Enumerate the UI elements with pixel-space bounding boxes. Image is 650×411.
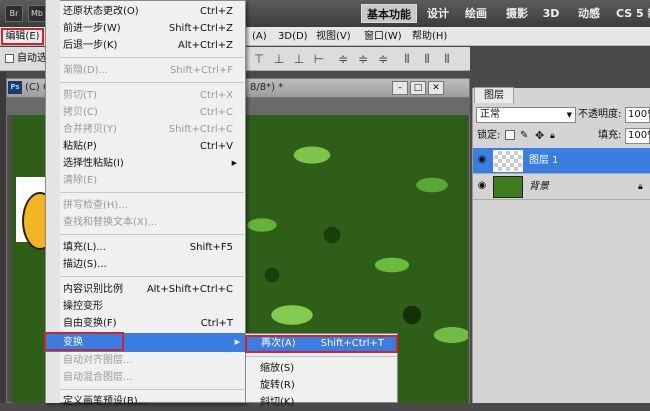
menu-item-paste-special[interactable]: 选择性粘贴(I) ▶ — [63, 155, 239, 172]
layer-name: 图层 1 — [529, 155, 559, 166]
menu-item-clear[interactable]: 清除(E) — [63, 172, 239, 189]
menu-separator — [246, 356, 397, 357]
again-label: 再次(A) — [261, 338, 296, 349]
menu-item-undo[interactable]: 还原状态更改(O) Ctrl+Z — [63, 3, 239, 20]
menu-item-cut[interactable]: 剪切(T) Ctrl+X — [63, 87, 239, 104]
align-vcenter-icon[interactable]: ⊥ — [272, 52, 286, 66]
eye-icon[interactable]: ◉ — [476, 180, 488, 192]
menu-item-fade[interactable]: 渐隐(D)... Shift+Ctrl+F — [63, 62, 239, 79]
menu-item-step-forward[interactable]: 前进一步(W) Shift+Ctrl+Z — [63, 20, 239, 37]
menu-separator — [60, 234, 244, 235]
lock-label: 锁定: — [477, 130, 501, 141]
opacity-input[interactable]: 100% — [625, 107, 650, 123]
menu-item-define-brush[interactable]: 定义画笔预设(B)... — [63, 393, 239, 410]
menu-item-copy[interactable]: 拷贝(C) Ctrl+C — [63, 104, 239, 121]
workspace-motion[interactable]: 动感 — [575, 4, 603, 23]
workspace-photography[interactable]: 摄影 — [503, 4, 531, 23]
menu-item-copy-merged[interactable]: 合并拷贝(Y) Shift+Ctrl+C — [63, 121, 239, 138]
menu-item-free-transform[interactable]: 自由变换(F) Ctrl+T — [63, 315, 239, 332]
submenu-arrow-icon: ▶ — [231, 159, 237, 167]
lock-pixels-icon[interactable]: ✎ — [520, 128, 528, 144]
fill-label: 填充: — [598, 130, 622, 141]
close-icon[interactable]: ✕ — [428, 81, 444, 95]
submenu-arrow-icon: ▶ — [234, 338, 240, 346]
menu-3d[interactable]: 3D(D) — [278, 28, 308, 45]
distribute-vcenter-icon[interactable]: ≑ — [356, 52, 370, 66]
minimize-icon[interactable]: – — [392, 81, 408, 95]
background-thumbnail — [493, 176, 523, 198]
layer-name: 背景 — [529, 181, 549, 192]
eye-icon[interactable]: ◉ — [476, 154, 488, 166]
auto-select-checkbox[interactable] — [5, 54, 14, 63]
layer1-thumbnail — [493, 150, 523, 172]
align-bottom-icon[interactable]: ⊥ — [292, 52, 306, 66]
document-title-right: 8/8*) * — [250, 82, 284, 93]
workspace-essentials[interactable]: 基本功能 — [361, 4, 417, 23]
workspace-cs5-new[interactable]: CS 5 新 — [616, 4, 650, 23]
menu-item-fill[interactable]: 填充(L)... Shift+F5 — [63, 239, 239, 256]
auto-select-label: 自动选 — [17, 53, 47, 64]
menu-item-paste[interactable]: 粘贴(P) Ctrl+V — [63, 138, 239, 155]
menu-separator — [60, 82, 244, 83]
align-top-icon[interactable]: ⊤ — [252, 52, 266, 66]
blend-mode-value: 正常 — [480, 109, 500, 120]
submenu-item-again[interactable]: 再次(A) Shift+Ctrl+T — [245, 335, 398, 353]
workspace-painting[interactable]: 绘画 — [462, 4, 490, 23]
workspace-design[interactable]: 设计 — [424, 4, 452, 23]
menu-separator — [60, 276, 244, 277]
menu-edit[interactable]: 编辑(E) — [1, 28, 44, 45]
mini-bridge-icon[interactable]: Mb — [28, 5, 46, 22]
lock-transparency-icon[interactable] — [505, 130, 515, 140]
annotation-highlight-transform — [44, 332, 124, 351]
distribute-left-icon[interactable]: ⫴ — [400, 52, 414, 66]
fill-input[interactable]: 100% — [625, 128, 650, 144]
menu-separator — [60, 192, 244, 193]
blend-mode-select[interactable]: 正常 ▼ — [476, 107, 576, 123]
submenu-item-rotate[interactable]: 旋转(R) — [260, 377, 390, 394]
distribute-bottom-icon[interactable]: ≑ — [376, 52, 390, 66]
menu-item-puppet-warp[interactable]: 操控变形 — [63, 298, 239, 315]
bridge-icon[interactable]: Br — [5, 5, 23, 22]
lock-icon: 🔒︎ — [638, 182, 643, 192]
menu-view[interactable]: 视图(V) — [316, 28, 351, 45]
again-shortcut: Shift+Ctrl+T — [320, 338, 384, 349]
distribute-hcenter-icon[interactable]: ⫴ — [420, 52, 434, 66]
menu-window[interactable]: 窗口(W) — [364, 28, 402, 45]
distribute-right-icon[interactable]: ⫴ — [440, 52, 454, 66]
align-left-icon[interactable]: ⊢ — [312, 52, 326, 66]
opacity-label: 不透明度: — [578, 109, 622, 120]
tab-layers[interactable]: 图层 — [474, 87, 514, 103]
menu-item-stroke[interactable]: 描边(S)... — [63, 256, 239, 273]
menu-item-auto-blend-layers[interactable]: 自动混合图层... — [63, 369, 239, 386]
lock-all-icon[interactable]: 🔒︎ — [550, 128, 555, 144]
maximize-icon[interactable]: □ — [410, 81, 426, 95]
menu-separator — [60, 389, 244, 390]
menu-item-check-spelling[interactable]: 拼写检查(H)... — [63, 197, 239, 214]
menu-item-auto-align-layers[interactable]: 自动对齐图层... — [63, 352, 239, 369]
submenu-item-scale[interactable]: 缩放(S) — [260, 360, 390, 377]
menu-image-partial[interactable]: (A) — [252, 28, 267, 45]
ps-document-icon: Ps — [8, 81, 22, 94]
workspace-3d[interactable]: 3D — [541, 4, 561, 23]
menu-help[interactable]: 帮助(H) — [412, 28, 447, 45]
menu-separator — [60, 57, 244, 58]
lock-position-icon[interactable]: ✥ — [535, 128, 544, 144]
distribute-top-icon[interactable]: ≑ — [336, 52, 350, 66]
menu-item-step-backward[interactable]: 后退一步(K) Alt+Ctrl+Z — [63, 37, 239, 54]
menu-item-content-aware-scale[interactable]: 内容识别比例 Alt+Shift+Ctrl+C — [63, 281, 239, 298]
chevron-down-icon: ▼ — [566, 111, 572, 119]
menu-item-find-replace[interactable]: 查找和替换文本(X)... — [63, 214, 239, 231]
